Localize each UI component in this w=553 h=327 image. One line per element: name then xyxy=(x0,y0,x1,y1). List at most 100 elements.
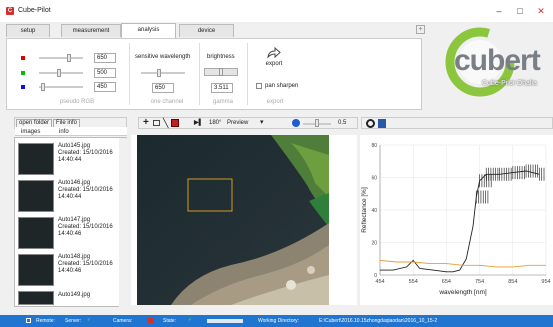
pan-sharpen-checkbox[interactable] xyxy=(256,83,262,89)
rotation-select[interactable]: 180° xyxy=(209,120,221,126)
reflectance-chart[interactable]: 020406080454 554 654 754 854 954wavelength [n… xyxy=(360,135,553,305)
brightness-slider-thumb[interactable] xyxy=(219,68,223,76)
y-tick-label: 40 xyxy=(371,208,377,214)
camera-icon[interactable] xyxy=(153,120,160,126)
remote-checkbox[interactable] xyxy=(26,318,31,323)
working-directory-label: Working Directory: xyxy=(258,318,300,324)
images-column-header: images xyxy=(21,129,41,135)
maximize-button[interactable]: □ xyxy=(513,5,527,17)
target-icon[interactable] xyxy=(366,119,375,128)
list-item[interactable]: Auto145.jpg Created: 15/10/2016 14:40:44 xyxy=(58,143,113,164)
sensitive-wavelength-title: sensitive wavelength xyxy=(135,54,191,60)
analysis-ribbon: 650 500 450 pseudo RGB sensitive wavelen… xyxy=(6,38,422,110)
blue-channel-swatch xyxy=(21,85,25,89)
list-item[interactable]: Auto146.jpg Created: 15/10/2016 14:40:44 xyxy=(58,180,113,201)
crosshair-icon[interactable]: + xyxy=(143,118,149,128)
export-arrow-icon xyxy=(267,46,281,59)
file-name: Auto145.jpg xyxy=(58,143,91,149)
export-button[interactable]: export xyxy=(255,46,293,75)
server-label: Server: xyxy=(65,318,82,324)
save-chart-icon[interactable] xyxy=(378,119,386,128)
file-created: Created: 15/10/2016 xyxy=(58,187,113,193)
line-tool-icon[interactable]: ╲ xyxy=(163,118,168,128)
image-view-panel xyxy=(131,135,357,305)
hyperspectral-image[interactable] xyxy=(131,135,357,305)
ribbon-divider xyxy=(247,43,248,105)
y-tick-label: 20 xyxy=(371,241,377,247)
chart-toolbar xyxy=(361,117,553,129)
green-slider-track xyxy=(39,72,83,74)
x-axis-title: wavelength [nm] xyxy=(438,289,487,296)
status-bar: Remote: Server: ✓ Camera: State: ✓ Worki… xyxy=(0,315,553,327)
tab-device[interactable]: device xyxy=(179,24,234,37)
file-list-scrollbar[interactable] xyxy=(119,138,127,308)
logo-subtitle: Cube-Pilot Ohalia xyxy=(482,80,537,87)
close-button[interactable]: ✕ xyxy=(534,5,548,17)
channel-slider-thumb[interactable] xyxy=(157,69,161,77)
spectrum-chart-panel: 0 20 40 60 80 454 554 654 754 854 954 wavelength [n… xyxy=(360,135,553,305)
red-slider-track xyxy=(39,57,83,59)
file-thumbnail[interactable] xyxy=(18,143,54,175)
cubert-logo: cubert Cube-Pilot Ohalia xyxy=(438,24,553,108)
list-item[interactable]: Auto149.jpg xyxy=(58,292,90,299)
tab-measurement[interactable]: measurement xyxy=(61,24,121,37)
x-tick-label: 654 xyxy=(442,279,451,285)
gamma-label: gamma xyxy=(212,99,233,105)
export-group-label: export xyxy=(266,99,284,105)
file-time: 14:40:44 xyxy=(58,157,82,163)
gamma-field[interactable]: 3.511 xyxy=(211,83,233,93)
add-tab-button[interactable]: + xyxy=(416,25,425,34)
brightness-title: brightness xyxy=(207,54,235,60)
chevron-down-icon[interactable]: ▾ xyxy=(260,119,264,126)
image-toolbar: + ╲ ▶▌ 180° Preview ▾ 0.5 xyxy=(138,117,358,129)
window-title: Cube-Pilot xyxy=(18,7,51,14)
title-bar: C Cube-Pilot – □ ✕ xyxy=(0,0,553,22)
x-tick-label: 854 xyxy=(508,279,517,285)
main-tabs: setup measurement analysis device xyxy=(6,23,426,38)
x-tick-label: 754 xyxy=(475,279,484,285)
file-thumbnail[interactable] xyxy=(18,217,54,249)
file-thumbnail[interactable] xyxy=(18,254,54,286)
preview-select[interactable]: Preview xyxy=(227,120,248,126)
pan-sharpen-label: pan sharpen xyxy=(265,83,299,89)
green-channel-swatch xyxy=(21,71,25,75)
green-wavelength-field[interactable]: 500 xyxy=(94,68,116,78)
y-tick-label: 60 xyxy=(371,176,377,182)
info-column-header: info xyxy=(59,129,69,135)
red-wavelength-field[interactable]: 650 xyxy=(94,53,116,63)
app-logo-icon: C xyxy=(6,7,14,15)
file-thumbnail[interactable] xyxy=(18,180,54,212)
file-time: 14:40:46 xyxy=(58,268,82,274)
x-tick-label: 454 xyxy=(375,279,384,285)
logo-wordmark: cubert xyxy=(454,44,541,77)
progress-bar xyxy=(207,319,243,323)
list-item[interactable]: Auto147.jpg Created: 15/10/2016 14:40:46 xyxy=(58,217,113,238)
file-time: 14:40:46 xyxy=(58,231,82,237)
blue-wavelength-field[interactable]: 450 xyxy=(94,82,116,92)
red-channel-swatch xyxy=(21,56,25,60)
blue-slider-thumb[interactable] xyxy=(41,83,45,91)
green-slider-thumb[interactable] xyxy=(57,69,61,77)
zoom-slider-thumb[interactable] xyxy=(315,119,319,127)
file-time: 14:40:44 xyxy=(58,194,82,200)
file-created: Created: 15/10/2016 xyxy=(58,224,113,230)
blue-slider-track xyxy=(39,86,83,88)
file-created: Created: 15/10/2016 xyxy=(58,150,113,156)
file-created: Created: 15/10/2016 xyxy=(58,261,113,267)
state-label: State: xyxy=(163,318,177,324)
tab-analysis[interactable]: analysis xyxy=(121,23,176,38)
minimize-button[interactable]: – xyxy=(492,5,506,17)
play-icon[interactable]: ▶▌ xyxy=(194,120,203,126)
roi-rect-icon[interactable] xyxy=(171,119,179,127)
tab-setup[interactable]: setup xyxy=(6,24,50,37)
camera-label: Camera: xyxy=(113,318,133,324)
one-channel-label: one channel xyxy=(150,99,184,105)
zoom-icon[interactable] xyxy=(292,119,300,127)
server-ok-icon: ✓ xyxy=(87,317,92,323)
file-thumbnail[interactable] xyxy=(18,291,54,305)
list-item[interactable]: Auto148.jpg Created: 15/10/2016 14:40:46 xyxy=(58,254,113,275)
pseudo-rgb-label: pseudo RGB xyxy=(59,99,95,105)
channel-wavelength-field[interactable]: 650 xyxy=(152,83,174,93)
red-slider-thumb[interactable] xyxy=(67,54,71,62)
x-tick-label: 954 xyxy=(541,279,550,285)
